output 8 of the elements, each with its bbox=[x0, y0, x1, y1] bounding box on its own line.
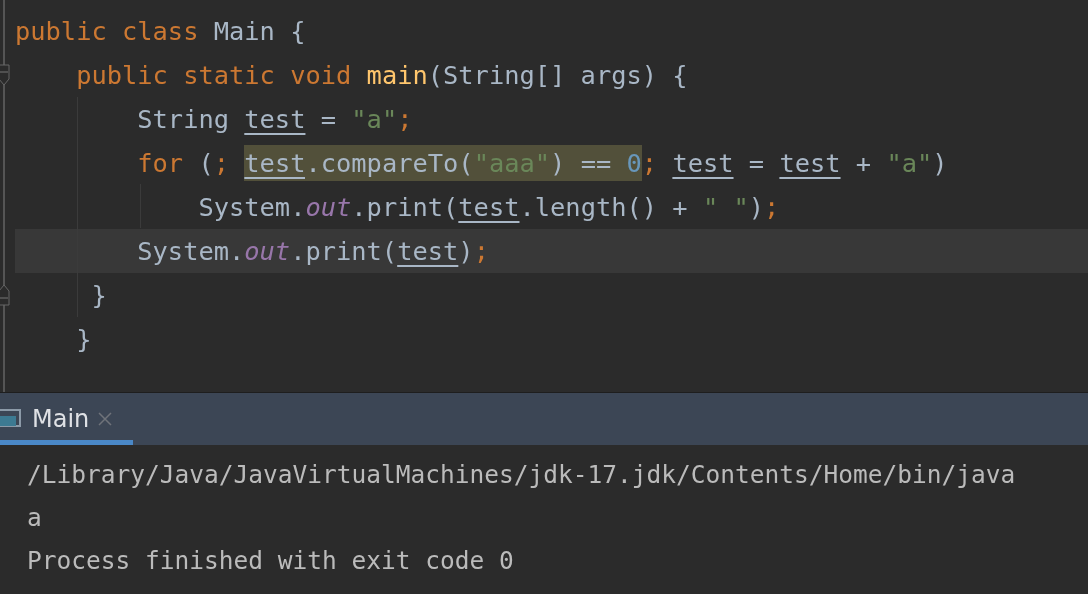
console-icon bbox=[0, 408, 24, 430]
console-output-line: Process finished with exit code 0 bbox=[27, 545, 515, 577]
run-tab[interactable]: Main bbox=[0, 393, 134, 445]
console-output-line: /Library/Java/JavaVirtualMachines/jdk-17.jdk/Contents/Home/bin/java bbox=[27, 459, 1017, 491]
console-output-line: a bbox=[27, 502, 43, 534]
close-icon[interactable] bbox=[97, 411, 114, 427]
fold-icon[interactable] bbox=[0, 282, 10, 306]
fold-icon[interactable] bbox=[0, 64, 10, 88]
